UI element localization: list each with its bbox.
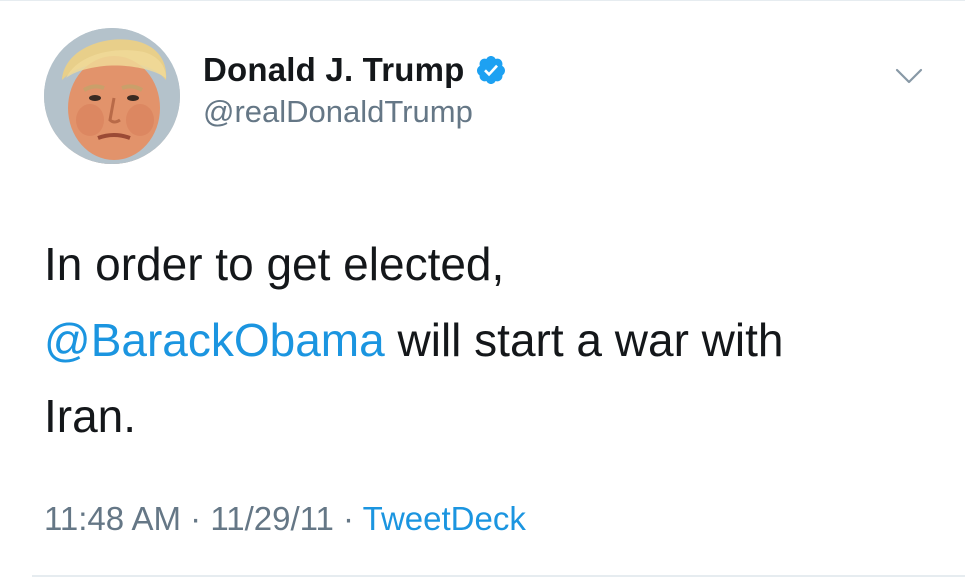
- tweet-text: In order to get elected, @BarackObama wi…: [44, 226, 924, 454]
- tweet-card: Donald J. Trump @realDonaldTrump In orde…: [0, 0, 965, 581]
- meta-separator: ·: [180, 500, 211, 537]
- mention-link[interactable]: @BarackObama: [44, 314, 385, 366]
- tweet-text-line-3: Iran.: [44, 390, 137, 442]
- tweet-meta: 11:48 AM · 11/29/11 · TweetDeck: [44, 500, 526, 538]
- avatar[interactable]: [44, 28, 180, 164]
- tweet-source-link[interactable]: TweetDeck: [363, 500, 526, 537]
- tweet-header: Donald J. Trump @realDonaldTrump: [203, 50, 507, 130]
- display-name[interactable]: Donald J. Trump: [203, 51, 465, 89]
- user-handle[interactable]: @realDonaldTrump: [203, 94, 507, 130]
- verified-badge-icon: [476, 56, 505, 84]
- tweet-text-line-2-rest: will start a war with: [384, 314, 784, 366]
- chevron-down-icon[interactable]: [894, 64, 924, 88]
- tweet-text-line-2: @BarackObama will start a war with: [44, 302, 924, 378]
- tweet-text-line-1: In order to get elected,: [44, 238, 505, 290]
- meta-separator: ·: [333, 500, 363, 537]
- name-row: Donald J. Trump: [203, 50, 507, 90]
- avatar-image: [44, 28, 180, 164]
- tweet-time[interactable]: 11:48 AM: [44, 500, 181, 537]
- tweet-date[interactable]: 11/29/11: [210, 500, 334, 537]
- bottom-divider: [32, 575, 965, 577]
